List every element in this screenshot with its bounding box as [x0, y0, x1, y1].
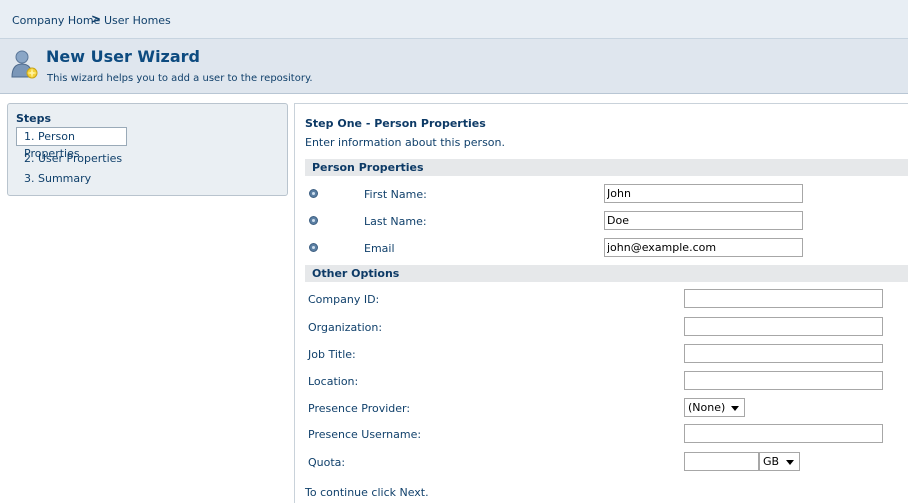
page-title: New User Wizard — [46, 47, 201, 66]
email-label: Email — [364, 242, 395, 255]
footer-hint: To continue click Next. — [305, 486, 429, 499]
presence-provider-label: Presence Provider: — [308, 402, 411, 415]
required-icon — [309, 243, 318, 252]
chevron-down-icon — [731, 406, 739, 411]
other-options-heading: Other Options — [312, 267, 400, 280]
breadcrumb-separator: > — [91, 12, 102, 26]
quota-unit-value: GB — [763, 455, 780, 468]
first-name-label: First Name: — [364, 188, 427, 201]
company-id-field[interactable] — [684, 289, 883, 308]
presence-provider-select[interactable]: (None) — [684, 398, 745, 417]
user-icon — [11, 50, 38, 79]
wizard-header: New User Wizard This wizard helps you to… — [0, 39, 908, 94]
presence-username-field[interactable] — [684, 424, 883, 443]
step-summary[interactable]: 3. Summary — [24, 172, 91, 185]
required-icon — [309, 216, 318, 225]
breadcrumb: Company Home > User Homes — [0, 0, 908, 39]
required-icon — [309, 189, 318, 198]
company-id-label: Company ID: — [308, 293, 380, 306]
first-name-field[interactable] — [604, 184, 803, 203]
quota-field[interactable] — [684, 452, 759, 471]
person-properties-heading: Person Properties — [312, 161, 424, 174]
person-properties-section: Person Properties — [305, 159, 908, 176]
location-label: Location: — [308, 375, 359, 388]
last-name-field[interactable] — [604, 211, 803, 230]
step-title: Step One - Person Properties — [305, 117, 486, 130]
organization-label: Organization: — [308, 321, 383, 334]
presence-provider-value: (None) — [688, 401, 726, 414]
step-user-properties[interactable]: 2. User Properties — [24, 152, 122, 165]
organization-field[interactable] — [684, 317, 883, 336]
location-field[interactable] — [684, 371, 883, 390]
quota-label: Quota: — [308, 456, 346, 469]
email-field[interactable] — [604, 238, 803, 257]
breadcrumb-user-homes[interactable]: User Homes — [104, 14, 171, 27]
quota-unit-select[interactable]: GB — [759, 452, 800, 471]
last-name-label: Last Name: — [364, 215, 427, 228]
page-subtitle: This wizard helps you to add a user to t… — [47, 73, 313, 84]
chevron-down-icon — [786, 460, 794, 465]
job-title-field[interactable] — [684, 344, 883, 363]
step-person-properties[interactable]: 1. Person Properties — [16, 127, 127, 160]
job-title-label: Job Title: — [308, 348, 356, 361]
step-description: Enter information about this person. — [305, 136, 506, 149]
steps-panel: Steps 1. Person Properties 2. User Prope… — [7, 103, 288, 196]
other-options-section: Other Options — [305, 265, 908, 282]
presence-username-label: Presence Username: — [308, 428, 422, 441]
breadcrumb-company-home[interactable]: Company Home — [12, 14, 100, 27]
steps-title: Steps — [16, 112, 52, 125]
